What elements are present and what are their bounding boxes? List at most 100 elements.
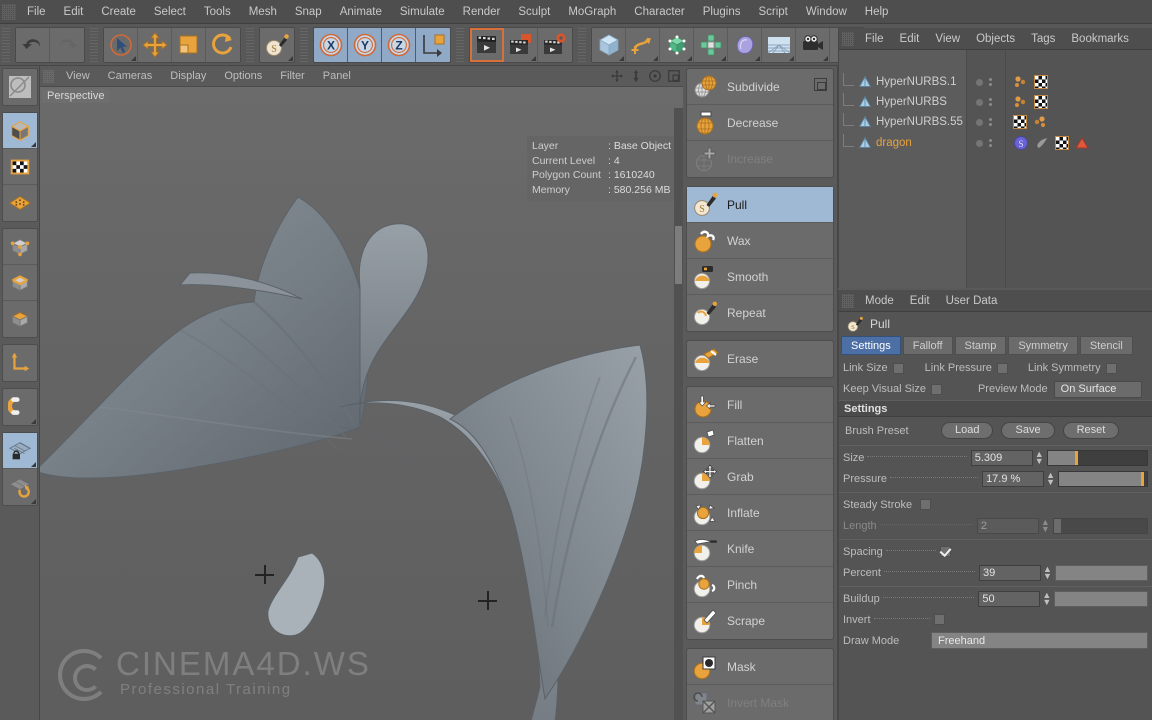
draw-mode-dropdown[interactable]: Freehand bbox=[931, 632, 1148, 649]
axis-lock-y-button[interactable]: Y bbox=[348, 27, 382, 62]
menu-sculpt[interactable]: Sculpt bbox=[509, 0, 559, 24]
object-manager-grip[interactable] bbox=[842, 31, 854, 46]
live-selection-button[interactable] bbox=[104, 27, 138, 62]
visibility-dots[interactable] bbox=[968, 98, 992, 106]
viewport-scrollbar-thumb[interactable] bbox=[675, 226, 682, 284]
spline-button[interactable] bbox=[626, 27, 660, 62]
dolly-icon[interactable] bbox=[629, 69, 643, 83]
save-preset-button[interactable]: Save bbox=[1001, 422, 1055, 439]
editor-visibility-dot[interactable] bbox=[989, 139, 992, 142]
sculpt-item-fill[interactable]: Fill bbox=[687, 387, 833, 423]
visibility-dot[interactable] bbox=[976, 139, 983, 147]
object-row-hypernurbs-55[interactable]: HyperNURBS.55 bbox=[839, 113, 963, 131]
visibility-dots[interactable] bbox=[968, 78, 992, 86]
sculpt-item-smooth[interactable]: Smooth bbox=[687, 259, 833, 295]
toolbar-grip-5[interactable] bbox=[456, 27, 464, 62]
rotate-view-icon[interactable] bbox=[648, 69, 662, 83]
percent-input[interactable]: 39 bbox=[979, 564, 1041, 581]
visibility-dots[interactable] bbox=[968, 139, 992, 147]
viewport-menu-display[interactable]: Display bbox=[161, 66, 215, 87]
menu-simulate[interactable]: Simulate bbox=[391, 0, 454, 24]
visibility-toggle-pair[interactable] bbox=[989, 78, 992, 86]
sculpt-item-invert-mask[interactable]: Invert Mask bbox=[687, 685, 833, 720]
checker-tag-icon[interactable] bbox=[1013, 115, 1027, 129]
render-view-button[interactable] bbox=[470, 27, 504, 62]
editor-visibility-dot[interactable] bbox=[989, 98, 992, 101]
viewport-menu-options[interactable]: Options bbox=[215, 66, 271, 87]
toolbar-grip-3[interactable] bbox=[246, 27, 254, 62]
sculpt-item-increase[interactable]: Increase bbox=[687, 141, 833, 177]
size-slider[interactable] bbox=[1046, 449, 1149, 466]
invert-checkbox[interactable] bbox=[933, 614, 945, 625]
visibility-dots[interactable] bbox=[968, 118, 992, 126]
material-tag-icon[interactable] bbox=[1013, 74, 1029, 90]
magnet-button[interactable] bbox=[3, 389, 37, 425]
keep-visual-size-checkbox[interactable] bbox=[930, 383, 942, 395]
length-stepper[interactable]: ▲ ▼ bbox=[1041, 517, 1050, 533]
workplane-reset-button[interactable] bbox=[3, 469, 37, 505]
phong-tag-icon[interactable] bbox=[1034, 135, 1050, 151]
visibility-toggle-pair[interactable] bbox=[989, 118, 992, 126]
workplane-mode-button[interactable] bbox=[3, 185, 37, 221]
scene-button[interactable] bbox=[762, 27, 796, 62]
preview-mode-dropdown[interactable]: On Surface bbox=[1053, 380, 1142, 398]
render-settings-button[interactable] bbox=[538, 28, 572, 62]
tab-settings[interactable]: Settings bbox=[841, 336, 901, 355]
checker-tag-icon[interactable] bbox=[1055, 136, 1069, 150]
viewport-menubar-grip[interactable] bbox=[43, 69, 54, 83]
material-tag-icon[interactable] bbox=[1032, 114, 1048, 130]
percent-slider[interactable] bbox=[1054, 564, 1148, 581]
subdivide-options-badge[interactable] bbox=[814, 78, 827, 91]
tab-stamp[interactable]: Stamp bbox=[954, 336, 1007, 355]
load-preset-button[interactable]: Load bbox=[941, 422, 994, 439]
viewport-menu-cameras[interactable]: Cameras bbox=[99, 66, 162, 87]
viewport-menu-view[interactable]: View bbox=[57, 66, 99, 87]
steady-stroke-checkbox[interactable] bbox=[920, 499, 932, 510]
object-row-dragon[interactable]: dragon bbox=[839, 134, 912, 152]
tab-stencil[interactable]: Stencil bbox=[1079, 336, 1133, 355]
sculpt-item-mask[interactable]: Mask bbox=[687, 649, 833, 685]
reset-preset-button[interactable]: Reset bbox=[1062, 422, 1120, 439]
pressure-slider[interactable] bbox=[1057, 470, 1149, 487]
viewport-scrollbar[interactable] bbox=[674, 108, 683, 720]
menu-mograph[interactable]: MoGraph bbox=[559, 0, 625, 24]
axis-modification-button[interactable] bbox=[3, 345, 37, 381]
pressure-slider-handle[interactable] bbox=[1141, 471, 1145, 486]
perspective-viewport[interactable]: View Cameras Display Options Filter Pane… bbox=[40, 66, 683, 720]
editor-visibility-dot[interactable] bbox=[989, 78, 992, 81]
length-slider[interactable] bbox=[1052, 517, 1149, 534]
camera-button[interactable] bbox=[796, 27, 830, 62]
render-visibility-dot[interactable] bbox=[989, 144, 992, 147]
om-menu-view[interactable]: View bbox=[927, 28, 968, 50]
menu-snap[interactable]: Snap bbox=[286, 0, 331, 24]
editor-visibility-dot[interactable] bbox=[989, 118, 992, 121]
toolbar-grip-6[interactable] bbox=[578, 27, 586, 62]
link-size-checkbox[interactable] bbox=[892, 362, 904, 374]
visibility-toggle-pair[interactable] bbox=[989, 139, 992, 147]
undo-button[interactable] bbox=[16, 27, 50, 62]
points-mode-button[interactable] bbox=[2, 229, 37, 265]
workplane-lock-button[interactable] bbox=[2, 433, 37, 469]
size-stepper[interactable]: ▲ ▼ bbox=[1035, 449, 1044, 465]
deformer-button[interactable] bbox=[728, 27, 762, 62]
sculpt-item-pull[interactable]: S Pull bbox=[687, 187, 833, 223]
viewport-menu-filter[interactable]: Filter bbox=[271, 66, 313, 87]
tab-falloff[interactable]: Falloff bbox=[902, 336, 953, 355]
redo-button[interactable] bbox=[50, 28, 84, 62]
sculpt-item-pinch[interactable]: Pinch bbox=[687, 567, 833, 603]
polygons-mode-button[interactable] bbox=[3, 301, 37, 337]
link-symmetry-checkbox[interactable] bbox=[1105, 362, 1117, 374]
axis-lock-z-button[interactable]: Z bbox=[382, 27, 416, 62]
length-input[interactable]: 2 bbox=[976, 517, 1039, 534]
texture-mode-button[interactable] bbox=[2, 149, 37, 185]
menu-render[interactable]: Render bbox=[454, 0, 510, 24]
menu-mesh[interactable]: Mesh bbox=[240, 0, 286, 24]
spacing-checkbox[interactable] bbox=[939, 546, 951, 557]
move-tool-button[interactable] bbox=[138, 27, 172, 62]
toolbar-grip-2[interactable] bbox=[90, 27, 98, 62]
sculpt-item-grab[interactable]: Grab bbox=[687, 459, 833, 495]
percent-stepper[interactable]: ▲ ▼ bbox=[1043, 564, 1052, 580]
sculpt-item-wax[interactable]: Wax bbox=[687, 223, 833, 259]
nurbs-button[interactable] bbox=[660, 27, 694, 62]
menu-select[interactable]: Select bbox=[145, 0, 195, 24]
